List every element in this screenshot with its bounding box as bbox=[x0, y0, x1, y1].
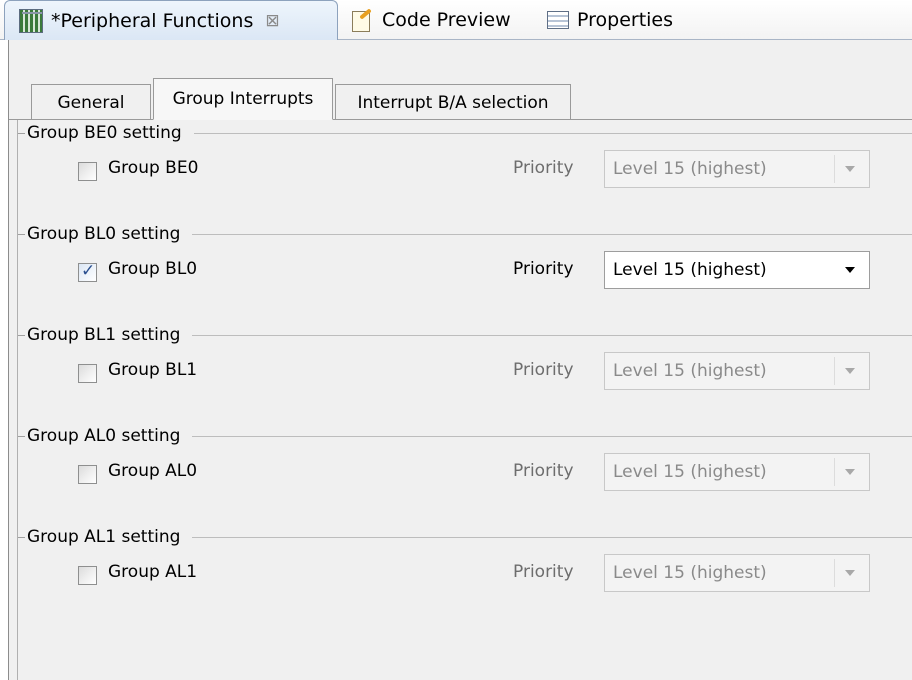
group-checkbox[interactable] bbox=[78, 364, 97, 383]
legend-rule bbox=[192, 536, 912, 538]
priority-value: Level 15 (highest) bbox=[613, 563, 767, 583]
priority-label: Priority bbox=[513, 461, 574, 481]
editor-tab-strip: *Peripheral Functions ⊠ Code Preview Pro… bbox=[0, 0, 912, 40]
group-setting: Group AL1 setting Group AL1 Priority Lev… bbox=[18, 524, 912, 624]
priority-value: Level 15 (highest) bbox=[613, 260, 767, 280]
legend-rule bbox=[192, 435, 912, 437]
tab-peripheral-functions[interactable]: *Peripheral Functions ⊠ bbox=[4, 0, 338, 40]
select-separator bbox=[834, 357, 835, 385]
group-checkbox[interactable] bbox=[78, 566, 97, 585]
tab-label: *Peripheral Functions bbox=[51, 9, 254, 32]
tab-label: Interrupt B/A selection bbox=[357, 92, 549, 113]
group-checkbox-label[interactable]: Group BE0 bbox=[108, 158, 198, 178]
select-separator bbox=[834, 559, 835, 587]
tab-code-preview[interactable]: Code Preview bbox=[350, 0, 511, 40]
group-title: Group AL0 setting bbox=[27, 426, 181, 446]
peripheral-functions-icon bbox=[19, 8, 43, 33]
group-checkbox[interactable] bbox=[78, 261, 97, 282]
priority-label: Priority bbox=[513, 562, 574, 582]
tab-label: General bbox=[57, 92, 125, 113]
legend-dash bbox=[18, 334, 25, 336]
group-row: Group BE0 Priority Level 15 (highest) bbox=[18, 146, 912, 196]
priority-label: Priority bbox=[513, 158, 574, 178]
priority-select: Level 15 (highest) bbox=[604, 453, 870, 491]
chevron-down-icon bbox=[845, 469, 855, 475]
chevron-down-icon bbox=[845, 267, 855, 273]
legend-dash bbox=[18, 233, 25, 235]
group-checkbox-label[interactable]: Group AL0 bbox=[108, 461, 197, 481]
select-separator bbox=[834, 155, 835, 183]
peripheral-functions-editor: General Group Interrupts Interrupt B/A s… bbox=[8, 40, 912, 680]
tab-general[interactable]: General bbox=[31, 84, 151, 120]
legend-dash bbox=[18, 536, 25, 538]
group-setting: Group BL0 setting Group BL0 Priority Lev… bbox=[18, 221, 912, 321]
group-row: Group AL1 Priority Level 15 (highest) bbox=[18, 550, 912, 600]
group-legend: Group BE0 setting bbox=[18, 120, 912, 146]
legend-dash bbox=[18, 132, 25, 134]
tab-properties[interactable]: Properties bbox=[547, 0, 673, 40]
sub-tab-bar: General Group Interrupts Interrupt B/A s… bbox=[9, 40, 912, 120]
chevron-down-icon bbox=[845, 368, 855, 374]
group-checkbox-label[interactable]: Group AL1 bbox=[108, 562, 197, 582]
group-row: Group BL0 Priority Level 15 (highest) bbox=[18, 247, 912, 297]
priority-value: Level 15 (highest) bbox=[613, 361, 767, 381]
tab-interrupt-ba-selection[interactable]: Interrupt B/A selection bbox=[335, 84, 571, 120]
priority-select: Level 15 (highest) bbox=[604, 554, 870, 592]
priority-select: Level 15 (highest) bbox=[604, 150, 870, 188]
legend-rule bbox=[192, 334, 912, 336]
legend-rule bbox=[192, 233, 912, 235]
chevron-down-icon bbox=[845, 166, 855, 172]
group-legend: Group BL0 setting bbox=[18, 221, 912, 247]
group-checkbox-label[interactable]: Group BL0 bbox=[108, 259, 197, 279]
group-title: Group BL1 setting bbox=[27, 325, 181, 345]
group-row: Group AL0 Priority Level 15 (highest) bbox=[18, 449, 912, 499]
group-setting: Group AL0 setting Group AL0 Priority Lev… bbox=[18, 423, 912, 523]
group-checkbox[interactable] bbox=[78, 162, 97, 181]
group-setting: Group BE0 setting Group BE0 Priority Lev… bbox=[18, 120, 912, 220]
priority-select[interactable]: Level 15 (highest) bbox=[604, 251, 870, 289]
close-tab-icon[interactable]: ⊠ bbox=[265, 11, 279, 31]
group-legend: Group BL1 setting bbox=[18, 322, 912, 348]
tab-label: Properties bbox=[577, 9, 674, 31]
legend-rule bbox=[193, 132, 912, 134]
tab-group-interrupts[interactable]: Group Interrupts bbox=[153, 78, 333, 120]
priority-label: Priority bbox=[513, 360, 574, 380]
code-preview-icon bbox=[350, 8, 374, 32]
group-legend: Group AL1 setting bbox=[18, 524, 912, 550]
tab-label: Group Interrupts bbox=[172, 89, 314, 109]
group-setting: Group BL1 setting Group BL1 Priority Lev… bbox=[18, 322, 912, 422]
priority-select: Level 15 (highest) bbox=[604, 352, 870, 390]
group-row: Group BL1 Priority Level 15 (highest) bbox=[18, 348, 912, 398]
priority-value: Level 15 (highest) bbox=[613, 159, 767, 179]
group-title: Group BL0 setting bbox=[27, 224, 181, 244]
group-legend: Group AL0 setting bbox=[18, 423, 912, 449]
group-checkbox-label[interactable]: Group BL1 bbox=[108, 360, 197, 380]
priority-label: Priority bbox=[513, 259, 574, 279]
select-separator bbox=[834, 458, 835, 486]
chevron-down-icon bbox=[845, 570, 855, 576]
priority-value: Level 15 (highest) bbox=[613, 462, 767, 482]
group-title: Group BE0 setting bbox=[27, 123, 182, 143]
group-title: Group AL1 setting bbox=[27, 527, 181, 547]
properties-icon bbox=[547, 11, 569, 29]
legend-dash bbox=[18, 435, 25, 437]
group-interrupts-panel: Group BE0 setting Group BE0 Priority Lev… bbox=[17, 120, 912, 680]
group-checkbox[interactable] bbox=[78, 465, 97, 484]
tab-label: Code Preview bbox=[382, 9, 511, 31]
